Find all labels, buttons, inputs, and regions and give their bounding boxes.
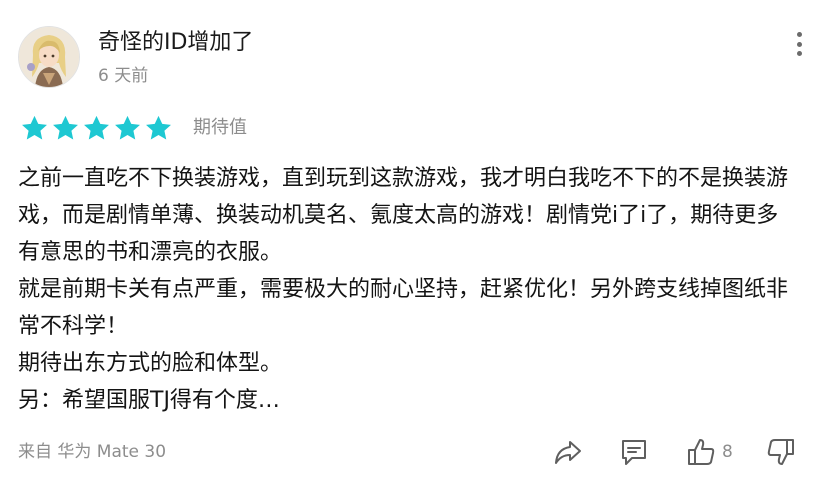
comment-icon (622, 440, 646, 465)
avatar[interactable] (18, 26, 80, 88)
thumbs-up-icon (688, 439, 715, 465)
review-content: 之前一直吃不下换装游戏，直到玩到这款游戏，我才明白我吃不下的不是换装游戏，而是剧… (18, 160, 798, 419)
rating-row: 期待值 (20, 114, 247, 142)
review-paragraph: 就是前期卡关有点严重，需要极大的耐心坚持，赶紧优化！另外跨支线掉图纸非常不科学！ (18, 277, 789, 339)
review-paragraph: 另：希望国服TJ得有个度… (18, 388, 280, 413)
more-options-button[interactable] (788, 30, 810, 58)
star-rating (20, 114, 173, 143)
like-count: 8 (722, 442, 733, 462)
star-icon (84, 115, 109, 139)
rating-label: 期待值 (193, 117, 247, 138)
username[interactable]: 奇怪的ID增加了 (98, 28, 253, 58)
review-paragraph: 之前一直吃不下换装游戏，直到玩到这款游戏，我才明白我吃不下的不是换装游戏，而是剧… (18, 166, 789, 265)
action-bar: 8 (0, 436, 820, 470)
star-icon (115, 115, 140, 139)
share-button[interactable] (553, 436, 583, 468)
more-dot (796, 51, 802, 56)
more-vertical-icon (796, 32, 802, 37)
star-icon (53, 115, 78, 139)
like-button[interactable]: 8 (686, 436, 733, 468)
comment-button[interactable] (619, 436, 649, 468)
review-paragraph: 期待出东方式的脸和体型。 (18, 351, 283, 376)
star-icon (146, 115, 171, 139)
dislike-button[interactable] (766, 436, 796, 468)
share-icon (555, 441, 581, 464)
thumbs-down-icon (767, 439, 794, 465)
star-icon (22, 115, 47, 139)
more-dot (796, 41, 802, 47)
review-time: 6 天前 (98, 66, 149, 86)
